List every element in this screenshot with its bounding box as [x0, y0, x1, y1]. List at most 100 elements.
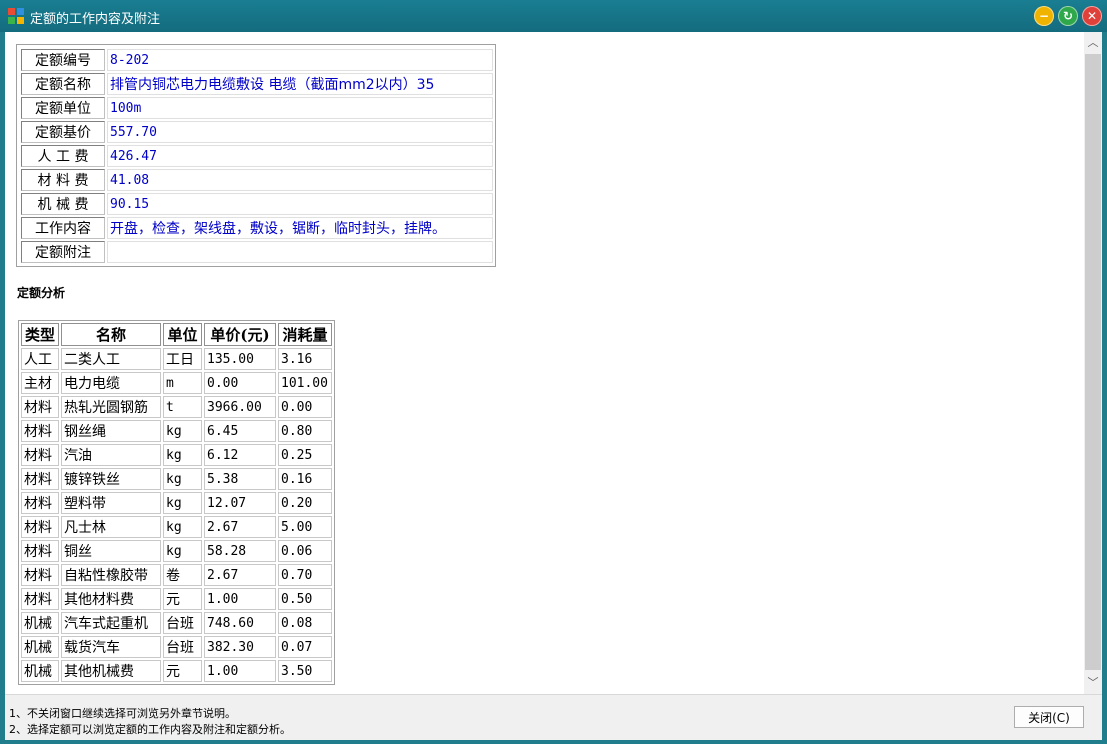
cell-name: 载货汽车	[61, 636, 161, 658]
header-unit: 单位	[163, 323, 202, 346]
cell-type: 人工	[21, 348, 59, 370]
cell-type: 机械	[21, 660, 59, 682]
window-title: 定额的工作内容及附注	[30, 12, 161, 27]
vertical-scrollbar[interactable]: ︿ ﹀	[1084, 32, 1102, 694]
quota-info-value: 8-202	[107, 49, 493, 71]
cell-type: 材料	[21, 588, 59, 610]
cell-unit: t	[163, 396, 202, 418]
header-type: 类型	[21, 323, 59, 346]
quota-info-label: 定额单位	[21, 97, 105, 119]
quota-info-value: 100m	[107, 97, 493, 119]
analysis-panel: 类型 名称 单位 单价(元) 消耗量 人工 二类人工 工日 135.00 3.16 主材电…	[18, 320, 335, 685]
cell-price: 2.67	[204, 564, 276, 586]
table-row: 材料 自粘性橡胶带卷 2.67 0.70	[21, 564, 332, 586]
cell-name: 钢丝绳	[61, 420, 161, 442]
cell-unit: kg	[163, 516, 202, 538]
cell-name: 其他机械费	[61, 660, 161, 682]
cell-quantity: 5.00	[278, 516, 332, 538]
footer-note-2: 2、选择定额可以浏览定额的工作内容及附注和定额分析。	[9, 723, 291, 736]
table-row: 机械 载货汽车 台班 382.30 0.07	[21, 636, 332, 658]
quota-info-row: 定额附注	[21, 241, 493, 263]
scroll-up-icon[interactable]: ︿	[1084, 34, 1102, 52]
cell-unit: kg	[163, 540, 202, 562]
cell-type: 材料	[21, 564, 59, 586]
analysis-title: 定额分析	[17, 286, 66, 300]
minimize-button[interactable]: −	[1034, 6, 1054, 26]
cell-price: 1.00	[204, 660, 276, 682]
quota-info-panel: 定额编号 8-202 定额名称 排管内铜芯电力电缆敷设 电缆（截面mm2以内）35 定额…	[16, 44, 496, 267]
quota-info-value	[107, 241, 493, 263]
cell-price: 58.28	[204, 540, 276, 562]
cell-quantity: 0.50	[278, 588, 332, 610]
quota-info-label: 人 工 费	[21, 145, 105, 167]
table-row: 材料 钢丝绳 kg 6.45 0.80	[21, 420, 332, 442]
cell-price: 5.38	[204, 468, 276, 490]
title-bar[interactable]: 定额的工作内容及附注 − ↻ ✕	[0, 0, 1107, 32]
cell-type: 材料	[21, 516, 59, 538]
quota-info-row: 材 料 费 41.08	[21, 169, 493, 191]
cell-quantity: 0.06	[278, 540, 332, 562]
cell-name: 汽车式起重机	[61, 612, 161, 634]
cell-type: 主材	[21, 372, 59, 394]
cell-quantity: 0.25	[278, 444, 332, 466]
quota-info-value: 557.70	[107, 121, 493, 143]
cell-quantity: 0.16	[278, 468, 332, 490]
cell-type: 机械	[21, 612, 59, 634]
scroll-down-icon[interactable]: ﹀	[1084, 674, 1102, 692]
window-client: 定额编号 8-202 定额名称 排管内铜芯电力电缆敷设 电缆（截面mm2以内）35 定额…	[5, 32, 1102, 740]
quota-info-row: 定额单位 100m	[21, 97, 493, 119]
scroll-thumb[interactable]	[1085, 54, 1101, 670]
cell-quantity: 0.70	[278, 564, 332, 586]
quota-info-value: 开盘，检查，架线盘，敷设，锯断，临时封头，挂牌。	[107, 217, 493, 239]
cell-type: 机械	[21, 636, 59, 658]
cell-unit: kg	[163, 492, 202, 514]
table-row: 材料 热轧光圆钢筋 t 3966.00 0.00	[21, 396, 332, 418]
quota-info-value: 排管内铜芯电力电缆敷设 电缆（截面mm2以内）35	[107, 73, 493, 95]
cell-unit: 卷	[163, 564, 202, 586]
close-window-button[interactable]: ✕	[1082, 6, 1102, 26]
minimize-icon: −	[1038, 9, 1050, 23]
table-row: 材料 汽油 kg 6.12 0.25	[21, 444, 332, 466]
quota-info-label: 材 料 费	[21, 169, 105, 191]
header-price: 单价(元)	[204, 323, 276, 346]
quota-info-label: 定额基价	[21, 121, 105, 143]
quota-info-value: 41.08	[107, 169, 493, 191]
cell-quantity: 0.08	[278, 612, 332, 634]
quota-info-row: 机 械 费 90.15	[21, 193, 493, 215]
quota-info-table: 定额编号 8-202 定额名称 排管内铜芯电力电缆敷设 电缆（截面mm2以内）35 定额…	[19, 47, 495, 265]
quota-info-row: 定额编号 8-202	[21, 49, 493, 71]
table-row: 材料 塑料带 kg 12.07 0.20	[21, 492, 332, 514]
analysis-table: 类型 名称 单位 单价(元) 消耗量 人工 二类人工 工日 135.00 3.16 主材电…	[19, 321, 334, 684]
quota-info-label: 工作内容	[21, 217, 105, 239]
header-name: 名称	[61, 323, 161, 346]
footer-note-1: 1、不关闭窗口继续选择可浏览另外章节说明。	[9, 707, 236, 720]
table-row: 机械 汽车式起重机 台班 748.60 0.08	[21, 612, 332, 634]
cell-quantity: 0.00	[278, 396, 332, 418]
cell-unit: kg	[163, 468, 202, 490]
cell-price: 12.07	[204, 492, 276, 514]
cell-quantity: 3.50	[278, 660, 332, 682]
cell-type: 材料	[21, 540, 59, 562]
cell-price: 2.67	[204, 516, 276, 538]
cell-name: 铜丝	[61, 540, 161, 562]
cell-type: 材料	[21, 444, 59, 466]
maximize-button[interactable]: ↻	[1058, 6, 1078, 26]
cell-type: 材料	[21, 492, 59, 514]
close-button[interactable]: 关闭(C)	[1014, 706, 1084, 728]
table-row: 材料 其他材料费元 1.00 0.50	[21, 588, 332, 610]
cell-type: 材料	[21, 468, 59, 490]
cell-price: 135.00	[204, 348, 276, 370]
quota-info-row: 工作内容 开盘，检查，架线盘，敷设，锯断，临时封头，挂牌。	[21, 217, 493, 239]
cell-type: 材料	[21, 396, 59, 418]
quota-info-row: 定额名称 排管内铜芯电力电缆敷设 电缆（截面mm2以内）35	[21, 73, 493, 95]
table-row: 材料 镀锌铁丝 kg 5.38 0.16	[21, 468, 332, 490]
cell-price: 6.12	[204, 444, 276, 466]
close-icon: ✕	[1086, 9, 1098, 23]
table-row: 主材 电力电缆 m 0.00 101.00	[21, 372, 332, 394]
cell-unit: 台班	[163, 612, 202, 634]
quota-info-label: 定额附注	[21, 241, 105, 263]
cell-unit: 工日	[163, 348, 202, 370]
quota-info-value: 90.15	[107, 193, 493, 215]
cell-unit: kg	[163, 444, 202, 466]
table-row: 材料 凡士林 kg 2.67 5.00	[21, 516, 332, 538]
